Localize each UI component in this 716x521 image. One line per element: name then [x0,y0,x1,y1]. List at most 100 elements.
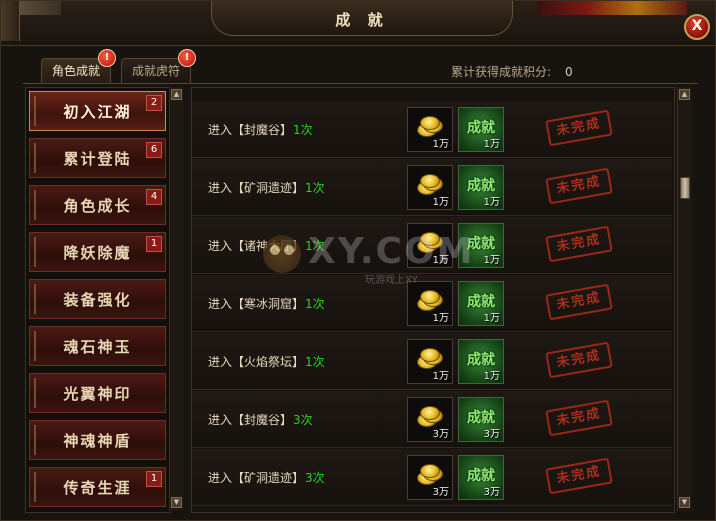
list-scrollbar[interactable]: ▲ ▼ [677,87,692,511]
sidebar-item-wing-seal[interactable]: 光翼神印 [29,373,166,413]
reward-amount: 3万 [432,429,449,440]
scroll-up-icon[interactable]: ▲ [171,89,182,100]
count-badge: 1 [146,471,162,487]
sidebar-item-divine-shield[interactable]: 神魂神盾 [29,420,166,460]
desc-prefix: 进入 [208,355,233,369]
gold-coin-icon [417,406,443,427]
sidebar-item-soul-stone[interactable]: 魂石神玉 [29,326,166,366]
tab-achievement-tiger-seal[interactable]: 成就虎符 ! [121,49,197,84]
achievement-point-slot[interactable]: 成就 1万 [458,339,504,384]
tab-role-achievements[interactable]: 角色成就 ! [41,49,117,84]
tab-divider [23,83,698,84]
score-label: 累计获得成就积分: [451,65,552,79]
gold-coin-icon [417,174,443,195]
sidebar-item-equipment[interactable]: 装备强化 [29,279,166,319]
incomplete-stamp: 未完成 [545,399,613,437]
achievement-row: 进入【封魔谷】1次 1万 成就 1万 未完成 [192,101,672,158]
achievement-point-icon: 成就 [467,236,495,252]
reward-amount: 1万 [483,371,500,382]
achievement-point-slot[interactable]: 成就 1万 [458,223,504,268]
close-button[interactable]: X [684,14,710,40]
desc-location: 【火焰祭坛】 [232,355,305,369]
desc-prefix: 进入 [208,471,233,485]
achievement-description: 进入【寒冰洞窟】1次 [208,295,325,312]
count-badge: 2 [146,95,162,111]
frame-pillar [1,1,20,41]
achievement-point-slot[interactable]: 成就 1万 [458,281,504,326]
achievement-point-icon: 成就 [467,352,495,368]
sidebar-item-beginner[interactable]: 初入江湖 2 [29,91,166,131]
desc-location: 【矿洞遗迹】 [232,471,305,485]
reward-amount: 1万 [432,139,449,150]
incomplete-stamp: 未完成 [545,167,613,205]
achievement-row: 进入【矿洞遗迹】3次 3万 成就 3万 未完成 [192,449,672,506]
desc-location: 【封魔谷】 [232,123,293,137]
gold-reward-slot[interactable]: 3万 [407,397,453,442]
gold-reward-slot[interactable]: 1万 [407,107,453,152]
desc-times: 1次 [293,123,313,137]
achievement-point-icon: 成就 [467,410,495,426]
sidebar-item-demon-slaying[interactable]: 降妖除魔 1 [29,232,166,272]
achievement-point-slot[interactable]: 成就 1万 [458,165,504,210]
desc-times: 3次 [305,471,325,485]
sidebar-item-legend-career[interactable]: 传奇生涯 1 [29,467,166,507]
sidebar-item-growth[interactable]: 角色成长 4 [29,185,166,225]
achievement-row: 进入【寒冰洞窟】1次 1万 成就 1万 未完成 [192,275,672,332]
achievement-row: 进入【诸神大厅】1次 1万 成就 1万 未完成 [192,217,672,274]
count-badge: 6 [146,142,162,158]
scroll-up-icon[interactable]: ▲ [679,89,690,100]
achievement-point-icon: 成就 [467,294,495,310]
tab-label: 角色成就 [52,64,101,78]
gold-coin-icon [417,290,443,311]
achievement-point-slot[interactable]: 成就 3万 [458,397,504,442]
reward-amount: 3万 [483,487,500,498]
reward-amount: 1万 [483,139,500,150]
incomplete-stamp: 未完成 [545,109,613,147]
gold-reward-slot[interactable]: 1万 [407,223,453,268]
achievement-point-slot[interactable]: 成就 1万 [458,107,504,152]
achievement-description: 进入【矿洞遗迹】1次 [208,179,325,196]
sidebar-item-label: 初入江湖 [63,103,132,121]
achievement-point-slot[interactable]: 成就 3万 [458,455,504,500]
reward-amount: 1万 [432,313,449,324]
alert-badge-icon: ! [178,49,197,67]
sidebar-item-label: 装备强化 [63,291,132,309]
gold-reward-slot[interactable]: 1万 [407,165,453,210]
alert-badge-icon: ! [98,49,117,67]
achievement-point-icon: 成就 [467,468,495,484]
achievement-description: 进入【矿洞遗迹】3次 [208,469,325,486]
achievement-description: 进入【封魔谷】1次 [208,121,313,138]
gold-reward-slot[interactable]: 3万 [407,455,453,500]
gold-reward-slot[interactable]: 1万 [407,281,453,326]
achievement-description: 进入【诸神大厅】1次 [208,237,325,254]
reward-amount: 3万 [483,429,500,440]
gold-coin-icon [417,464,443,485]
sidebar-item-label: 光翼神印 [63,385,132,403]
desc-prefix: 进入 [208,181,233,195]
desc-location: 【寒冰洞窟】 [232,297,305,311]
gold-reward-slot[interactable]: 1万 [407,339,453,384]
achievement-description: 进入【火焰祭坛】1次 [208,353,325,370]
reward-amount: 1万 [432,197,449,208]
incomplete-stamp: 未完成 [545,283,613,321]
score-value: 0 [565,65,573,79]
achievement-row: 进入【封魔谷】3次 3万 成就 3万 未完成 [192,391,672,448]
title-plate: 成 就 [211,1,513,36]
scroll-thumb[interactable] [680,177,690,199]
desc-prefix: 进入 [208,413,233,427]
achievement-point-icon: 成就 [467,178,495,194]
achievement-row: 进入【矿洞遗迹】1次 1万 成就 1万 未完成 [192,159,672,216]
desc-times: 1次 [305,297,325,311]
incomplete-stamp: 未完成 [545,341,613,379]
achievement-list: 进入【封魔谷】1次 1万 成就 1万 未完成 进入【矿洞遗迹】1次 1万 成就 … [191,87,675,513]
count-badge: 1 [146,236,162,252]
sidebar-item-login[interactable]: 累计登陆 6 [29,138,166,178]
desc-location: 【封魔谷】 [232,413,293,427]
sidebar-scrollbar[interactable]: ▲ ▼ [169,87,184,511]
sidebar-item-label: 神魂神盾 [63,432,132,450]
desc-times: 1次 [305,239,325,253]
scroll-down-icon[interactable]: ▼ [171,497,182,508]
scroll-down-icon[interactable]: ▼ [679,497,690,508]
sidebar-item-label: 魂石神玉 [63,338,132,356]
count-badge: 4 [146,189,162,205]
